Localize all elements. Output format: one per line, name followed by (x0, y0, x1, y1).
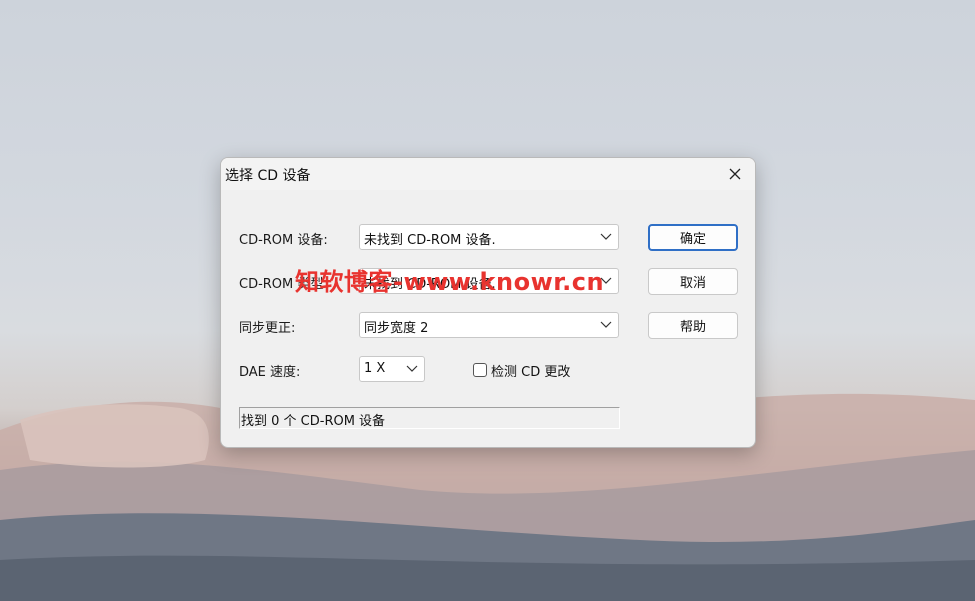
status-text: 找到 0 个 CD-ROM 设备 (241, 414, 386, 429)
dialog-title: 选择 CD 设备 (225, 168, 311, 184)
chevron-down-icon (600, 321, 612, 328)
detect-cd-change-checkbox[interactable] (473, 363, 487, 377)
ok-button[interactable]: 确定 (648, 224, 738, 251)
watermark-text: 知软博客-www.knowr.cn (295, 268, 605, 296)
cancel-button[interactable]: 取消 (648, 268, 738, 295)
dialog-titlebar[interactable]: 选择 CD 设备 (221, 158, 755, 190)
dae-speed-value: 1 X (364, 361, 386, 376)
cdrom-device-value: 未找到 CD-ROM 设备. (364, 233, 496, 248)
detect-cd-change-label[interactable]: 检测 CD 更改 (491, 361, 570, 380)
chevron-down-icon (406, 365, 418, 372)
cdrom-device-label: CD-ROM 设备: (239, 233, 328, 248)
cdrom-device-select[interactable]: 未找到 CD-ROM 设备. (359, 224, 619, 250)
status-box: 找到 0 个 CD-ROM 设备 (239, 407, 620, 429)
help-button[interactable]: 帮助 (648, 312, 738, 339)
close-icon (729, 168, 741, 180)
select-cd-device-dialog: 选择 CD 设备 CD-ROM 设备: 未找到 CD-ROM 设备. 确定 CD… (220, 157, 756, 448)
sync-correction-label: 同步更正: (239, 321, 296, 336)
sync-correction-select[interactable]: 同步宽度 2 (359, 312, 619, 338)
dae-speed-select[interactable]: 1 X (359, 356, 425, 382)
dae-speed-label: DAE 速度: (239, 365, 301, 380)
close-button[interactable] (715, 158, 755, 190)
chevron-down-icon (600, 233, 612, 240)
sync-correction-value: 同步宽度 2 (364, 321, 429, 336)
